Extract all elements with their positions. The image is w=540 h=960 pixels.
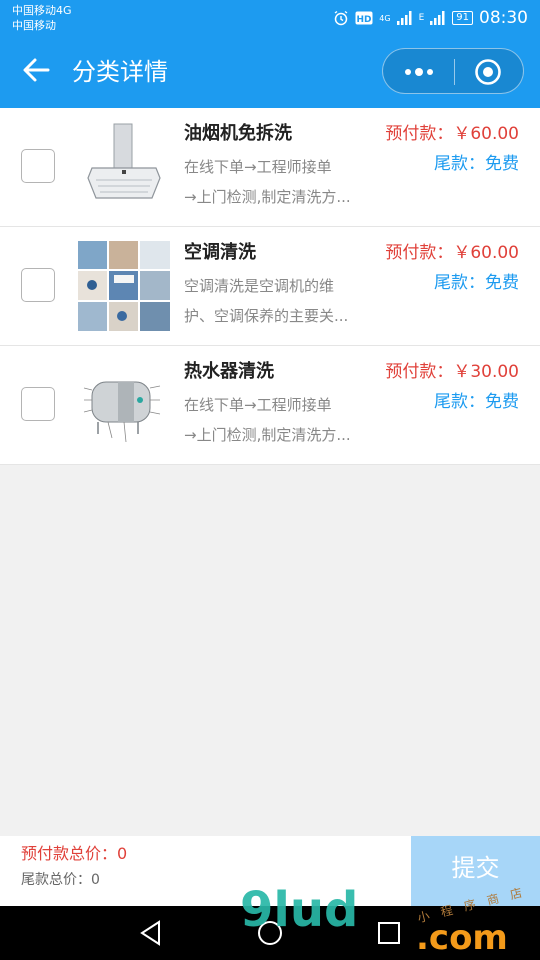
recent-square-icon[interactable] bbox=[376, 919, 402, 947]
nav-bar: 分类详情 bbox=[0, 36, 540, 108]
range-hood-photo bbox=[78, 122, 170, 212]
service-list: 油烟机免拆洗 在线下单→工程师接单 →上门检测,制定清洗方... 预付款：￥60… bbox=[0, 108, 540, 465]
air-conditioner-collage-photo bbox=[78, 241, 170, 331]
back-triangle-icon[interactable] bbox=[138, 919, 164, 947]
balance-total: 尾款总价：0 bbox=[21, 872, 100, 888]
item-desc-line-1: 空调清洗是空调机的维 bbox=[184, 277, 335, 295]
item-name: 热水器清洗 bbox=[184, 361, 274, 382]
list-item[interactable]: 空调清洗 空调清洗是空调机的维 护、空调保养的主要关... 预付款：￥60.00… bbox=[0, 227, 540, 346]
signal-icon-2 bbox=[430, 11, 445, 25]
target-circle-icon[interactable] bbox=[473, 57, 503, 87]
item-description: 空调清洗是空调机的维 护、空调保养的主要关... bbox=[184, 271, 362, 331]
item-name: 空调清洗 bbox=[184, 242, 256, 263]
item-balance-price: 尾款：免费 bbox=[434, 154, 519, 174]
alarm-icon bbox=[334, 10, 348, 26]
carrier-line-2: 中国移动 bbox=[12, 19, 56, 32]
item-checkbox[interactable] bbox=[21, 149, 55, 183]
watermark-domain: .com bbox=[416, 918, 508, 958]
item-prepay-price: 预付款：￥60.00 bbox=[385, 243, 519, 263]
status-icons: HD 4G E 91 08:30 bbox=[333, 8, 528, 28]
page-title: 分类详情 bbox=[72, 58, 168, 86]
carrier-line-1: 中国移动4G bbox=[12, 4, 72, 17]
item-checkbox[interactable] bbox=[21, 387, 55, 421]
item-balance-price: 尾款：免费 bbox=[434, 273, 519, 293]
item-name: 油烟机免拆洗 bbox=[184, 123, 292, 144]
prepay-total: 预付款总价：0 bbox=[21, 844, 128, 863]
item-desc-line-2: →上门检测,制定清洗方... bbox=[184, 426, 351, 444]
item-balance-price: 尾款：免费 bbox=[434, 392, 519, 412]
list-item[interactable]: 热水器清洗 在线下单→工程师接单 →上门检测,制定清洗方... 预付款：￥30.… bbox=[0, 346, 540, 465]
hd-icon: HD bbox=[355, 11, 373, 25]
water-heater-diagram bbox=[78, 360, 170, 450]
item-prepay-price: 预付款：￥60.00 bbox=[385, 124, 519, 144]
clock: 08:30 bbox=[479, 8, 528, 28]
item-prepay-price: 预付款：￥30.00 bbox=[385, 362, 519, 382]
signal-icon bbox=[396, 11, 412, 25]
watermark-logo: 9lud bbox=[240, 882, 359, 938]
network-type-1: 4G bbox=[379, 13, 391, 23]
item-checkbox[interactable] bbox=[21, 268, 55, 302]
item-description: 在线下单→工程师接单 →上门检测,制定清洗方... bbox=[184, 390, 362, 450]
network-type-2: E bbox=[418, 13, 425, 23]
back-arrow-icon[interactable] bbox=[18, 52, 54, 88]
item-description: 在线下单→工程师接单 →上门检测,制定清洗方... bbox=[184, 152, 362, 212]
item-desc-line-2: 护、空调保养的主要关... bbox=[184, 307, 349, 325]
list-item[interactable]: 油烟机免拆洗 在线下单→工程师接单 →上门检测,制定清洗方... 预付款：￥60… bbox=[0, 108, 540, 227]
mini-program-capsule bbox=[382, 48, 524, 94]
more-dots-icon[interactable] bbox=[397, 57, 441, 87]
carrier-info: 中国移动4G 中国移动 bbox=[12, 3, 72, 33]
item-desc-line-2: →上门检测,制定清洗方... bbox=[184, 188, 351, 206]
item-desc-line-1: 在线下单→工程师接单 bbox=[184, 158, 332, 176]
battery-icon: 91 bbox=[452, 11, 473, 25]
item-desc-line-1: 在线下单→工程师接单 bbox=[184, 396, 332, 414]
svg-text:HD: HD bbox=[357, 15, 372, 25]
status-bar: 中国移动4G 中国移动 HD 4G E 91 08:30 bbox=[0, 0, 540, 36]
capsule-divider bbox=[454, 59, 455, 85]
